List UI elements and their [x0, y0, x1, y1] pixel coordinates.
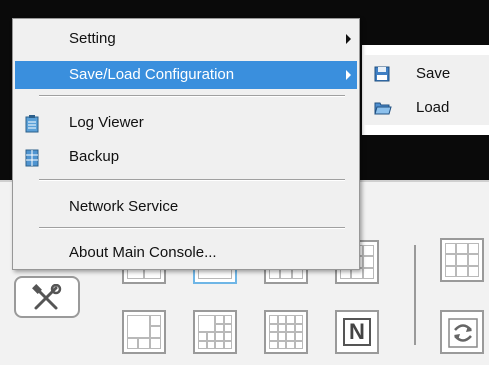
submenu-item-save[interactable]: Save [364, 59, 489, 89]
layout-n-icon[interactable]: N [335, 310, 379, 354]
backup-icon [25, 149, 39, 167]
menu-item-setting[interactable]: Setting [15, 25, 357, 53]
tools-icon [32, 284, 62, 310]
menu-item-label: Network Service [69, 198, 179, 215]
menu-item-label: Setting [69, 30, 116, 47]
n-label: N [343, 318, 371, 346]
menu-separator [39, 179, 345, 181]
floppy-disk-icon [374, 66, 390, 82]
layout-separator [414, 245, 416, 345]
menu-separator [39, 95, 345, 97]
context-menu: Setting Save/Load Configuration Log View… [12, 18, 360, 270]
menu-item-network-service[interactable]: Network Service [15, 193, 357, 221]
layout-16-icon[interactable] [264, 310, 308, 354]
menu-item-label: About Main Console... [69, 244, 217, 261]
layout-7-icon[interactable] [122, 310, 166, 354]
menu-item-about-main-console[interactable]: About Main Console... [15, 239, 357, 267]
submenu-arrow-icon [346, 70, 351, 80]
menu-separator [39, 227, 345, 229]
menu-item-backup[interactable]: Backup [15, 143, 357, 171]
submenu-item-load[interactable]: Load [364, 93, 489, 123]
menu-item-label: Log Viewer [69, 114, 144, 131]
sequence-arrows-icon [448, 318, 478, 348]
menu-item-label: Backup [69, 148, 120, 165]
sequence-icon[interactable] [440, 310, 484, 354]
submenu-arrow-icon [346, 34, 351, 44]
log-viewer-icon [25, 115, 39, 133]
menu-item-log-viewer[interactable]: Log Viewer [15, 109, 357, 137]
submenu-item-label: Load [416, 99, 450, 116]
menu-item-save-load-configuration[interactable]: Save/Load Configuration [15, 61, 357, 89]
tools-button[interactable] [14, 276, 80, 318]
layout-10-icon[interactable] [193, 310, 237, 354]
save-load-submenu: Save Load [364, 55, 489, 125]
menu-item-label: Save/Load Configuration [69, 66, 235, 83]
layout-9-icon[interactable] [440, 238, 484, 282]
submenu-item-label: Save [416, 65, 451, 82]
open-folder-icon [374, 102, 392, 115]
